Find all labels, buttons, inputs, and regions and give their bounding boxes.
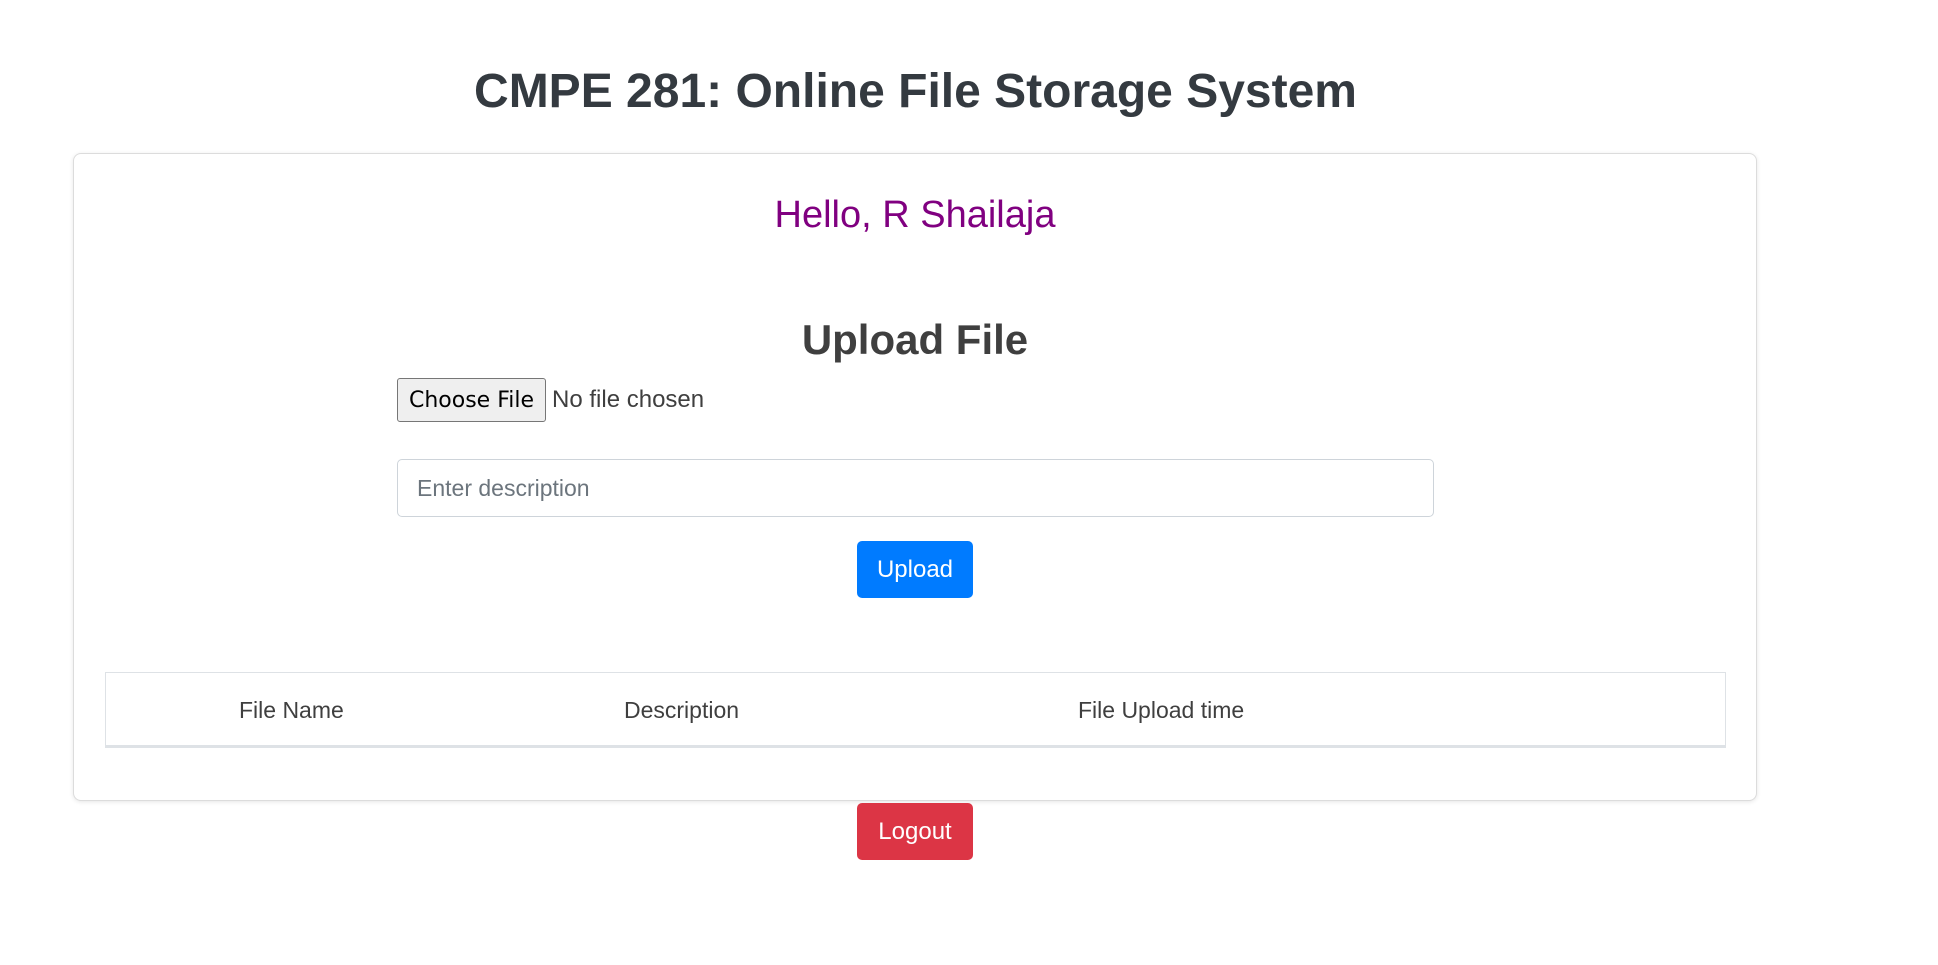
- file-status-text: No file chosen: [552, 386, 705, 413]
- description-input[interactable]: [397, 459, 1434, 517]
- logout-button[interactable]: Logout: [857, 803, 973, 860]
- upload-button[interactable]: Upload: [857, 541, 973, 598]
- file-input[interactable]: Choose File No file chosen: [397, 377, 704, 423]
- table-header-row: File Name Description File Upload time: [106, 673, 1725, 747]
- page: CMPE 281: Online File Storage System Hel…: [0, 0, 1938, 965]
- column-header-description: Description: [624, 697, 740, 723]
- choose-file-button[interactable]: Choose File: [397, 378, 547, 422]
- upload-section-title: Upload File: [801, 316, 1029, 363]
- page-title: CMPE 281: Online File Storage System: [474, 65, 1357, 118]
- files-table: File Name Description File Upload time: [105, 672, 1726, 748]
- column-header-upload-time: File Upload time: [1078, 697, 1245, 723]
- greeting-text: Hello, R Shailaja: [774, 194, 1056, 236]
- main-card: Hello, R Shailaja Upload File Choose Fil…: [73, 153, 1757, 801]
- column-header-file-name: File Name: [239, 697, 344, 723]
